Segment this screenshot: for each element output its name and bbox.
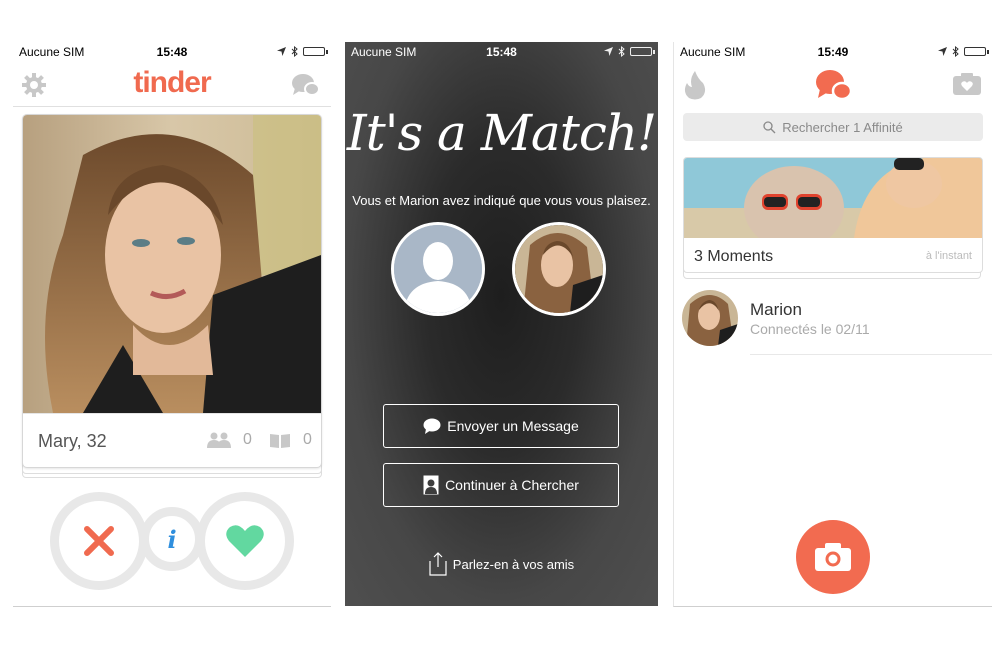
status-icons (938, 46, 989, 57)
location-icon (277, 47, 286, 56)
status-bar: Aucune SIM 15:48 (13, 42, 331, 62)
book-icon (270, 434, 290, 448)
share-icon (429, 552, 447, 576)
moments-title: 3 Moments (694, 248, 774, 265)
camera-icon (815, 543, 851, 571)
match-list-item[interactable]: Marion Connectés le 02/11 (674, 290, 992, 355)
match-subtitle: Vous et Marion avez indiqué que vous vou… (352, 193, 651, 208)
common-interests-count: 0 (303, 431, 312, 448)
top-nav: tinder (13, 64, 331, 107)
list-divider (750, 354, 992, 355)
status-bar: Aucune SIM 15:49 (674, 42, 992, 62)
match-name: Marion (750, 300, 802, 319)
chat-bubbles-icon[interactable] (815, 68, 853, 102)
keep-searching-button[interactable]: Continuer à Chercher (383, 463, 619, 507)
search-input[interactable]: Rechercher 1 Affinité (683, 113, 983, 141)
search-placeholder: Rechercher 1 Affinité (782, 119, 903, 135)
send-message-label: Envoyer un Message (447, 418, 579, 434)
moment-photo (684, 158, 982, 238)
top-nav (674, 64, 992, 106)
heart-icon (226, 525, 264, 557)
chat-bubbles-icon[interactable] (291, 72, 321, 98)
moments-time: à l'instant (925, 250, 972, 262)
camera-button[interactable] (796, 520, 870, 594)
like-button[interactable] (196, 492, 294, 590)
flame-icon[interactable] (684, 70, 706, 100)
profile-photo (23, 115, 321, 413)
nope-x-icon (84, 526, 114, 556)
swipe-screen: Aucune SIM 15:48 tinder Mary, 32 0 0 i (13, 42, 331, 607)
default-user-icon (394, 225, 482, 313)
match-title: It's a Match! (346, 104, 657, 162)
bluetooth-icon (952, 46, 959, 57)
match-screen: Aucune SIM 15:48 It's a Match! Vous et M… (345, 42, 658, 606)
card-info-bar: Mary, 32 0 0 (23, 413, 321, 467)
location-icon (604, 47, 613, 56)
keep-searching-label: Continuer à Chercher (445, 477, 579, 493)
status-icons (277, 46, 328, 57)
profile-card[interactable]: Mary, 32 0 0 (22, 114, 322, 468)
share-label: Parlez-en à vos amis (452, 556, 575, 572)
moments-card-front[interactable]: 3 Moments à l'instant (683, 157, 983, 273)
friends-icon (207, 432, 231, 448)
matches-screen: Aucune SIM 15:49 Rechercher 1 Affinité 3… (673, 42, 992, 607)
my-avatar (391, 222, 485, 316)
battery-icon (964, 47, 989, 56)
common-friends: 0 (207, 431, 252, 449)
send-message-button[interactable]: Envoyer un Message (383, 404, 619, 448)
battery-icon (630, 47, 655, 56)
moments-camera-icon[interactable] (952, 72, 982, 96)
status-icons (604, 46, 655, 57)
moments-card[interactable]: 3 Moments à l'instant (683, 157, 983, 279)
info-button[interactable]: i (140, 507, 204, 571)
tinder-logo: tinder (133, 66, 211, 99)
match-avatar (682, 290, 738, 346)
info-icon: i (167, 524, 177, 554)
match-avatar (512, 222, 606, 316)
nope-button[interactable] (50, 492, 148, 590)
profile-card-stack[interactable]: Mary, 32 0 0 (22, 114, 322, 480)
match-photo (515, 225, 603, 313)
match-connected-date: Connectés le 02/11 (750, 321, 870, 337)
bluetooth-icon (291, 46, 298, 57)
status-bar: Aucune SIM 15:48 (345, 42, 658, 62)
bluetooth-icon (618, 46, 625, 57)
common-interests: 0 (269, 431, 312, 449)
match-photo (682, 290, 738, 346)
search-icon (763, 120, 776, 133)
message-bubble-icon (423, 418, 441, 434)
share-link[interactable]: Parlez-en à vos amis (345, 552, 658, 576)
location-icon (938, 47, 947, 56)
common-friends-count: 0 (243, 431, 252, 448)
battery-icon (303, 47, 328, 56)
profile-name-age: Mary, 32 (38, 431, 107, 451)
profile-card-icon (423, 475, 439, 495)
